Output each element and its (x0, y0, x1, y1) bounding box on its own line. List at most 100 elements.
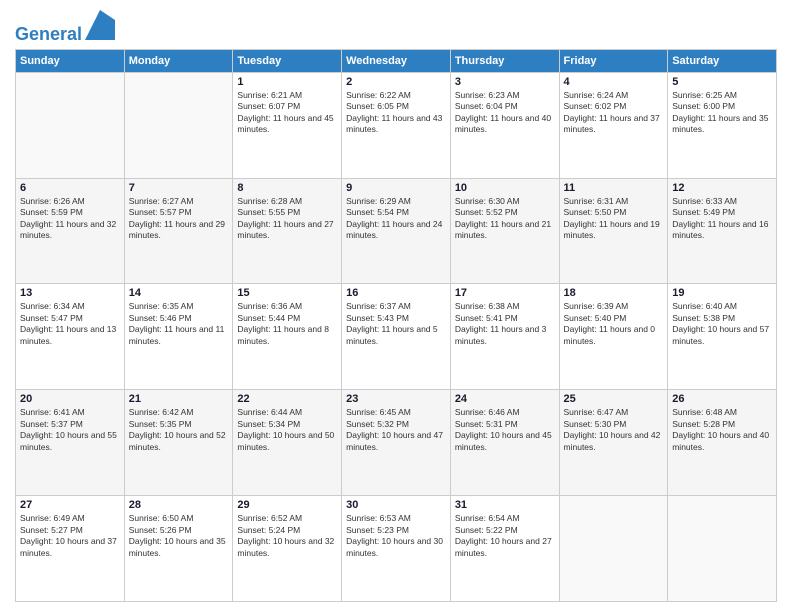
day-info: Sunrise: 6:54 AMSunset: 5:22 PMDaylight:… (455, 513, 555, 559)
calendar-cell: 29Sunrise: 6:52 AMSunset: 5:24 PMDayligh… (233, 496, 342, 602)
logo-general: General (15, 24, 82, 44)
calendar-cell: 15 Sunrise: 6:36 AMSunset: 5:44 PMDayligh… (233, 284, 342, 390)
day-number: 9 (346, 182, 446, 194)
day-number: 20 (20, 393, 120, 405)
day-number: 3 (455, 76, 555, 88)
day-info: Sunrise: 6:40 AMSunset: 5:38 PMDaylight:… (672, 301, 772, 347)
day-header-saturday: Saturday (668, 49, 777, 72)
day-info: Sunrise: 6:50 AMSunset: 5:26 PMDaylight:… (129, 513, 229, 559)
calendar-header-row: SundayMondayTuesdayWednesdayThursdayFrid… (16, 49, 777, 72)
day-number: 21 (129, 393, 229, 405)
day-number: 28 (129, 499, 229, 511)
calendar-cell: 11Sunrise: 6:31 AMSunset: 5:50 PMDayligh… (559, 178, 668, 284)
day-info: Sunrise: 6:48 AMSunset: 5:28 PMDaylight:… (672, 407, 772, 453)
calendar-cell: 24 Sunrise: 6:46 AMSunset: 5:31 PMDayligh… (450, 390, 559, 496)
logo-text: General (15, 10, 115, 45)
calendar-cell: 6Sunrise: 6:26 AMSunset: 5:59 PMDaylight… (16, 178, 125, 284)
day-number: 12 (672, 182, 772, 194)
day-info: Sunrise: 6:46 AMSunset: 5:31 PMDaylight:… (455, 407, 555, 453)
calendar-cell: 26 Sunrise: 6:48 AMSunset: 5:28 PMDayligh… (668, 390, 777, 496)
day-number: 26 (672, 393, 772, 405)
calendar-cell: 16Sunrise: 6:37 AMSunset: 5:43 PMDayligh… (342, 284, 451, 390)
day-info: Sunrise: 6:36 AMSunset: 5:44 PMDaylight:… (237, 301, 337, 347)
day-number: 27 (20, 499, 120, 511)
calendar-cell: 1 Sunrise: 6:21 AMSunset: 6:07 PMDaylight… (233, 72, 342, 178)
day-info: Sunrise: 6:49 AMSunset: 5:27 PMDaylight:… (20, 513, 120, 559)
day-number: 5 (672, 76, 772, 88)
day-number: 17 (455, 287, 555, 299)
day-info: Sunrise: 6:33 AMSunset: 5:49 PMDaylight:… (672, 196, 772, 242)
calendar-cell: 5 Sunrise: 6:25 AMSunset: 6:00 PMDaylight… (668, 72, 777, 178)
calendar-cell: 21 Sunrise: 6:42 AMSunset: 5:35 PMDayligh… (124, 390, 233, 496)
calendar-cell: 27 Sunrise: 6:49 AMSunset: 5:27 PMDayligh… (16, 496, 125, 602)
day-number: 2 (346, 76, 446, 88)
calendar-cell: 22 Sunrise: 6:44 AMSunset: 5:34 PMDayligh… (233, 390, 342, 496)
calendar-cell: 17 Sunrise: 6:38 AMSunset: 5:41 PMDayligh… (450, 284, 559, 390)
calendar-cell: 18Sunrise: 6:39 AMSunset: 5:40 PMDayligh… (559, 284, 668, 390)
day-number: 6 (20, 182, 120, 194)
calendar-cell (668, 496, 777, 602)
day-number: 19 (672, 287, 772, 299)
day-info: Sunrise: 6:28 AMSunset: 5:55 PMDaylight:… (237, 196, 337, 242)
calendar-cell: 19 Sunrise: 6:40 AMSunset: 5:38 PMDayligh… (668, 284, 777, 390)
day-number: 10 (455, 182, 555, 194)
calendar-cell: 20 Sunrise: 6:41 AMSunset: 5:37 PMDayligh… (16, 390, 125, 496)
day-header-friday: Friday (559, 49, 668, 72)
day-info: Sunrise: 6:47 AMSunset: 5:30 PMDaylight:… (564, 407, 664, 453)
day-info: Sunrise: 6:25 AMSunset: 6:00 PMDaylight:… (672, 90, 772, 136)
calendar-week-4: 27 Sunrise: 6:49 AMSunset: 5:27 PMDayligh… (16, 496, 777, 602)
logo: General (15, 10, 115, 41)
day-number: 18 (564, 287, 664, 299)
calendar-cell (559, 496, 668, 602)
day-info: Sunrise: 6:21 AMSunset: 6:07 PMDaylight:… (237, 90, 337, 136)
calendar-cell (16, 72, 125, 178)
day-number: 24 (455, 393, 555, 405)
calendar-cell: 4Sunrise: 6:24 AMSunset: 6:02 PMDaylight… (559, 72, 668, 178)
calendar-cell: 9 Sunrise: 6:29 AMSunset: 5:54 PMDaylight… (342, 178, 451, 284)
day-number: 16 (346, 287, 446, 299)
calendar-cell: 14Sunrise: 6:35 AMSunset: 5:46 PMDayligh… (124, 284, 233, 390)
day-header-sunday: Sunday (16, 49, 125, 72)
calendar-table: SundayMondayTuesdayWednesdayThursdayFrid… (15, 49, 777, 602)
day-number: 22 (237, 393, 337, 405)
day-header-tuesday: Tuesday (233, 49, 342, 72)
day-header-monday: Monday (124, 49, 233, 72)
day-info: Sunrise: 6:53 AMSunset: 5:23 PMDaylight:… (346, 513, 446, 559)
calendar-cell: 8 Sunrise: 6:28 AMSunset: 5:55 PMDaylight… (233, 178, 342, 284)
day-info: Sunrise: 6:31 AMSunset: 5:50 PMDaylight:… (564, 196, 664, 242)
day-info: Sunrise: 6:23 AMSunset: 6:04 PMDaylight:… (455, 90, 555, 136)
day-number: 7 (129, 182, 229, 194)
day-info: Sunrise: 6:24 AMSunset: 6:02 PMDaylight:… (564, 90, 664, 136)
calendar-cell (124, 72, 233, 178)
day-info: Sunrise: 6:44 AMSunset: 5:34 PMDaylight:… (237, 407, 337, 453)
day-number: 25 (564, 393, 664, 405)
day-number: 14 (129, 287, 229, 299)
day-info: Sunrise: 6:42 AMSunset: 5:35 PMDaylight:… (129, 407, 229, 453)
calendar-cell: 2 Sunrise: 6:22 AMSunset: 6:05 PMDaylight… (342, 72, 451, 178)
calendar-cell: 13 Sunrise: 6:34 AMSunset: 5:47 PMDayligh… (16, 284, 125, 390)
calendar-cell: 30Sunrise: 6:53 AMSunset: 5:23 PMDayligh… (342, 496, 451, 602)
day-info: Sunrise: 6:22 AMSunset: 6:05 PMDaylight:… (346, 90, 446, 136)
day-info: Sunrise: 6:41 AMSunset: 5:37 PMDaylight:… (20, 407, 120, 453)
day-info: Sunrise: 6:27 AMSunset: 5:57 PMDaylight:… (129, 196, 229, 242)
calendar-cell: 25 Sunrise: 6:47 AMSunset: 5:30 PMDayligh… (559, 390, 668, 496)
day-info: Sunrise: 6:30 AMSunset: 5:52 PMDaylight:… (455, 196, 555, 242)
day-header-thursday: Thursday (450, 49, 559, 72)
day-info: Sunrise: 6:38 AMSunset: 5:41 PMDaylight:… (455, 301, 555, 347)
logo-icon (85, 10, 115, 40)
calendar-cell: 31Sunrise: 6:54 AMSunset: 5:22 PMDayligh… (450, 496, 559, 602)
calendar-cell: 12 Sunrise: 6:33 AMSunset: 5:49 PMDayligh… (668, 178, 777, 284)
day-number: 13 (20, 287, 120, 299)
day-number: 8 (237, 182, 337, 194)
calendar-week-0: 1 Sunrise: 6:21 AMSunset: 6:07 PMDaylight… (16, 72, 777, 178)
header: General (15, 10, 777, 41)
calendar-week-2: 13 Sunrise: 6:34 AMSunset: 5:47 PMDayligh… (16, 284, 777, 390)
day-header-wednesday: Wednesday (342, 49, 451, 72)
day-info: Sunrise: 6:34 AMSunset: 5:47 PMDaylight:… (20, 301, 120, 347)
day-number: 1 (237, 76, 337, 88)
calendar-cell: 7 Sunrise: 6:27 AMSunset: 5:57 PMDaylight… (124, 178, 233, 284)
day-info: Sunrise: 6:29 AMSunset: 5:54 PMDaylight:… (346, 196, 446, 242)
calendar-cell: 28 Sunrise: 6:50 AMSunset: 5:26 PMDayligh… (124, 496, 233, 602)
day-number: 15 (237, 287, 337, 299)
day-number: 23 (346, 393, 446, 405)
